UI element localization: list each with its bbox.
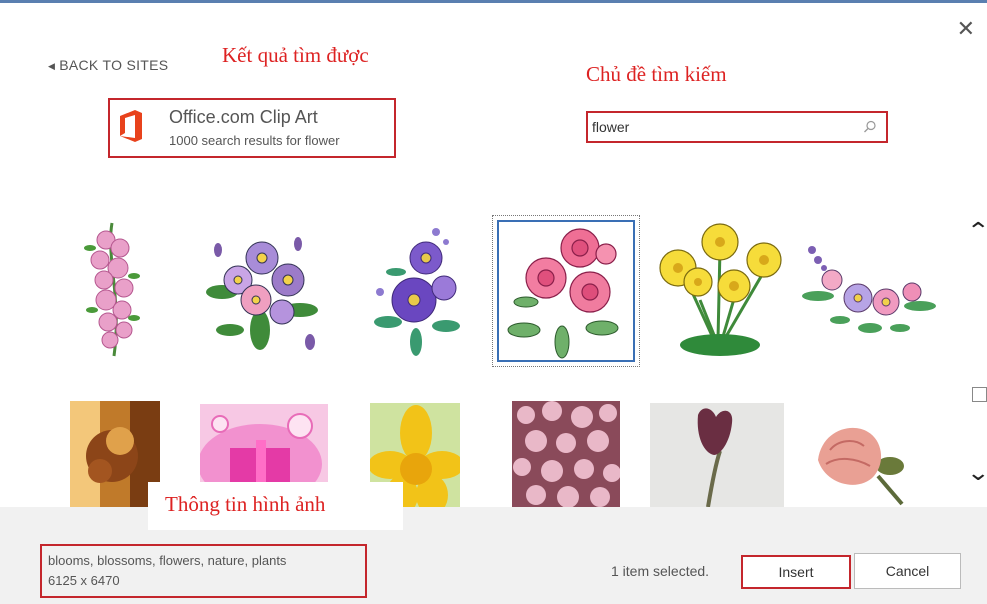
search-input[interactable]: [590, 115, 854, 139]
result-purple-aster-bouquet[interactable]: [366, 222, 466, 362]
result-autumn-window-photo[interactable]: [70, 401, 160, 507]
result-purple-tulip-photo[interactable]: [650, 403, 784, 507]
result-pink-carnation-photo[interactable]: [808, 420, 924, 508]
annotation-image-info: Thông tin hình ảnh: [165, 492, 326, 516]
select-checkbox[interactable]: [972, 387, 987, 402]
top-border: [0, 0, 987, 3]
annotation-results-found: Kết quả tìm được: [222, 43, 369, 67]
office-logo: [120, 110, 142, 142]
close-button[interactable]: ✕: [957, 18, 975, 40]
result-yellow-buttercups[interactable]: [654, 220, 786, 360]
annotation-search-topic: Chủ đề tìm kiếm: [586, 62, 727, 86]
source-info-box: Office.com Clip Art 1000 search results …: [108, 98, 396, 158]
image-info-box: blooms, blossoms, flowers, nature, plant…: [40, 544, 367, 598]
source-title: Office.com Clip Art: [169, 107, 318, 127]
search-icon[interactable]: [862, 119, 878, 135]
result-pink-blossom-branch[interactable]: [76, 218, 148, 360]
search-box: [586, 111, 888, 143]
result-pink-lavender-garland[interactable]: [800, 236, 940, 346]
scroll-up-button[interactable]: ⌃: [966, 218, 987, 244]
result-cherry-blossom-photo[interactable]: [512, 401, 620, 507]
triangle-left-icon: ◀: [48, 61, 56, 71]
result-pink-rose-bouquet[interactable]: [502, 222, 630, 360]
cancel-button[interactable]: Cancel: [854, 553, 961, 589]
image-keywords: blooms, blossoms, flowers, nature, plant…: [48, 553, 287, 568]
source-result-count: 1000 search results for flower: [169, 133, 340, 148]
image-dimensions: 6125 x 6470: [48, 573, 120, 588]
scroll-down-button[interactable]: ⌄: [966, 460, 987, 486]
insert-button[interactable]: Insert: [741, 555, 851, 589]
selection-status: 1 item selected.: [611, 563, 710, 579]
back-to-sites-link[interactable]: ◀ BACK TO SITES: [48, 57, 168, 73]
result-purple-pansy-bouquet[interactable]: [200, 220, 330, 360]
back-to-sites-label: BACK TO SITES: [59, 57, 169, 73]
